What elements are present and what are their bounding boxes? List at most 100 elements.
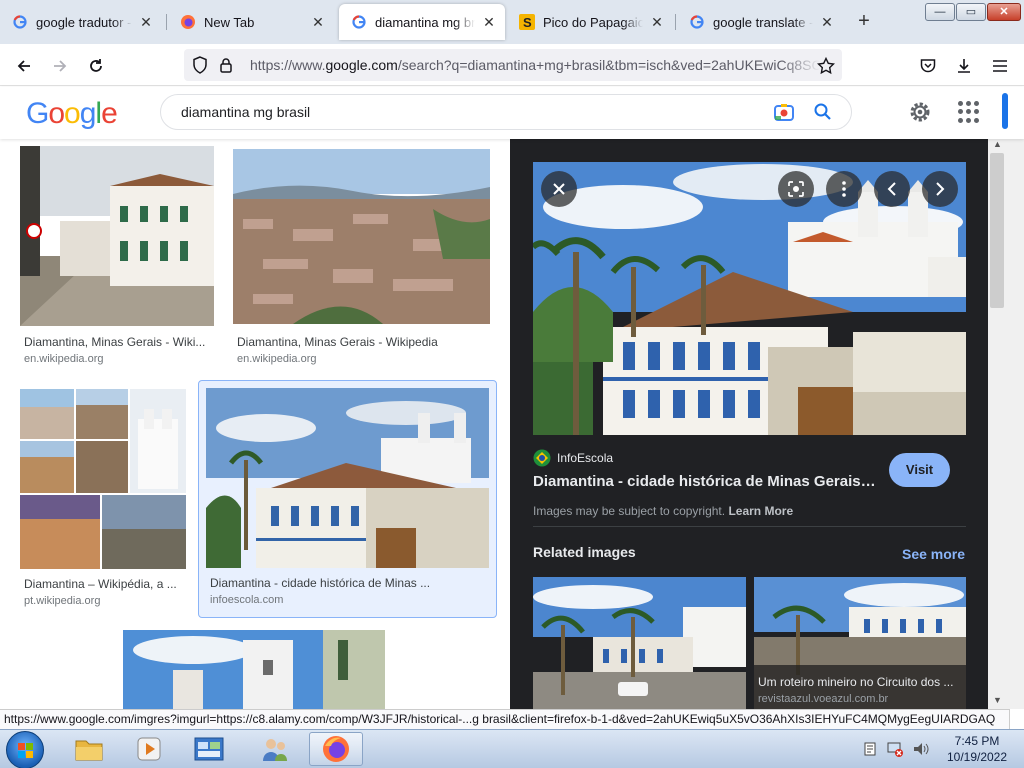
pocket-button[interactable] (914, 52, 942, 80)
new-tab-button[interactable]: + (852, 10, 876, 34)
result-source: pt.wikipedia.org (24, 595, 101, 607)
start-button[interactable] (6, 731, 44, 768)
google-header: Google diamantina mg brasil (0, 87, 1024, 139)
address-bar[interactable]: https://www.google.com/search?q=diamanti… (184, 49, 842, 81)
result-thumbnail[interactable] (123, 630, 385, 709)
tab-new-tab[interactable]: New Tab ✕ (168, 4, 334, 40)
apps-grid-icon[interactable] (958, 101, 980, 123)
maximize-button[interactable]: ▭ (956, 3, 986, 21)
close-icon[interactable]: ✕ (649, 14, 665, 30)
learn-more-link[interactable]: Learn More (728, 504, 793, 518)
image-result[interactable]: Diamantina, Minas Gerais - Wikipedia en.… (233, 149, 490, 371)
result-thumbnail[interactable] (233, 149, 490, 324)
clock[interactable]: 7:45 PM 10/19/2022 (945, 733, 1009, 765)
tab-google-translate[interactable]: google translate - Google ✕ (677, 4, 843, 40)
download-icon (958, 59, 970, 73)
windows-logo-icon (18, 743, 33, 758)
source-site[interactable]: InfoEscola (533, 449, 613, 467)
taskbar-file-explorer[interactable] (62, 732, 116, 766)
page-scrollbar[interactable]: ▲ ▼ (988, 139, 1024, 709)
downloads-button[interactable] (950, 52, 978, 80)
close-icon[interactable]: ✕ (138, 14, 154, 30)
more-vert-icon (842, 181, 846, 197)
divider (533, 526, 966, 527)
users-icon (263, 739, 287, 761)
menu-button[interactable] (986, 52, 1014, 80)
image-result-selected[interactable]: Diamantina - cidade histórica de Minas .… (198, 380, 497, 618)
lens-search-button[interactable] (778, 171, 814, 207)
next-image-button[interactable] (922, 171, 958, 207)
star-icon (817, 57, 835, 75)
close-icon[interactable]: ✕ (481, 14, 497, 30)
taskbar-control-panel[interactable] (182, 732, 236, 766)
close-preview-button[interactable] (541, 171, 577, 207)
result-title[interactable]: Diamantina – Wikipédia, a ... (24, 577, 184, 591)
previous-image-button[interactable] (874, 171, 910, 207)
navigation-toolbar: https://www.google.com/search?q=diamanti… (0, 44, 1024, 86)
taskbar-users[interactable] (248, 732, 302, 766)
result-title[interactable]: Diamantina, Minas Gerais - Wikipedia (237, 335, 487, 349)
account-button[interactable] (1002, 93, 1008, 129)
svg-text:S: S (523, 15, 532, 30)
logo-letter: o (48, 97, 65, 130)
chevron-right-icon (936, 182, 945, 196)
scrollbar-thumb[interactable] (990, 153, 1004, 308)
firefox-icon (323, 736, 349, 762)
url-text[interactable]: https://www.google.com/search?q=diamanti… (250, 57, 820, 73)
result-source: infoescola.com (210, 594, 284, 606)
action-center-icon[interactable] (862, 741, 878, 757)
tab-google-tradutor[interactable]: google tradutor - Google ✕ (0, 4, 162, 40)
result-title[interactable]: Diamantina - cidade histórica de Minas .… (210, 576, 470, 590)
related-image[interactable]: Um roteiro mineiro no Circuito dos ... r… (754, 577, 966, 709)
close-icon[interactable]: ✕ (819, 14, 835, 30)
taskbar-media-player[interactable] (122, 732, 176, 766)
see-more-link[interactable]: See more (902, 546, 965, 562)
more-options-button[interactable] (826, 171, 862, 207)
related-caption: Um roteiro mineiro no Circuito dos ... (758, 675, 954, 689)
image-result[interactable] (20, 630, 490, 709)
image-result[interactable]: Diamantina, Minas Gerais - Wiki... en.wi… (20, 146, 214, 371)
maximize-icon: ▭ (965, 6, 977, 18)
result-thumbnail[interactable] (206, 388, 489, 568)
network-icon[interactable] (886, 741, 904, 757)
gear-icon[interactable] (907, 99, 933, 125)
infoescola-favicon-icon (533, 449, 551, 467)
windows-taskbar: 7:45 PM 10/19/2022 (0, 729, 1024, 768)
scroll-up-arrow-icon[interactable]: ▲ (993, 139, 1002, 149)
preview-title[interactable]: Diamantina - cidade histórica de Minas G… (533, 473, 878, 490)
clock-date: 10/19/2022 (946, 750, 1008, 764)
close-icon[interactable]: ✕ (310, 14, 326, 30)
tab-label: New Tab (204, 14, 255, 30)
visit-button[interactable]: Visit (889, 453, 950, 487)
forward-button[interactable] (46, 52, 74, 80)
result-thumbnail[interactable] (20, 389, 186, 569)
taskbar-firefox[interactable] (309, 732, 363, 766)
result-thumbnail[interactable] (20, 146, 214, 326)
lens-icon (788, 181, 804, 197)
image-result[interactable]: Diamantina – Wikipédia, a ... pt.wikiped… (20, 389, 186, 611)
lens-camera-icon[interactable] (773, 101, 795, 123)
preview-image[interactable] (533, 162, 966, 435)
bookmark-star-button[interactable] (812, 52, 840, 80)
reload-button[interactable] (82, 52, 110, 80)
google-logo[interactable]: Google (26, 97, 118, 131)
search-input[interactable]: diamantina mg brasil (181, 104, 773, 120)
close-icon: ✕ (999, 6, 1009, 18)
related-image[interactable] (533, 577, 746, 709)
folder-icon (75, 740, 103, 761)
shield-icon[interactable] (190, 55, 210, 75)
control-panel-icon (194, 737, 224, 761)
search-box[interactable]: diamantina mg brasil (160, 94, 852, 130)
volume-icon[interactable] (912, 741, 930, 757)
result-title[interactable]: Diamantina, Minas Gerais - Wiki... (24, 335, 210, 349)
minimize-button[interactable]: — (925, 3, 955, 21)
tab-diamantina[interactable]: diamantina mg brasil - Google ✕ (339, 4, 505, 40)
lock-icon[interactable] (216, 55, 236, 75)
tab-label: google tradutor - Google (36, 14, 132, 30)
tab-pico-do-papagaio[interactable]: S Pico do Papagaio em ✕ (507, 4, 673, 40)
back-button[interactable] (10, 52, 38, 80)
window-close-button[interactable]: ✕ (987, 3, 1021, 21)
scroll-down-arrow-icon[interactable]: ▼ (993, 695, 1002, 705)
google-g-icon (689, 14, 705, 30)
search-icon[interactable] (813, 102, 833, 122)
